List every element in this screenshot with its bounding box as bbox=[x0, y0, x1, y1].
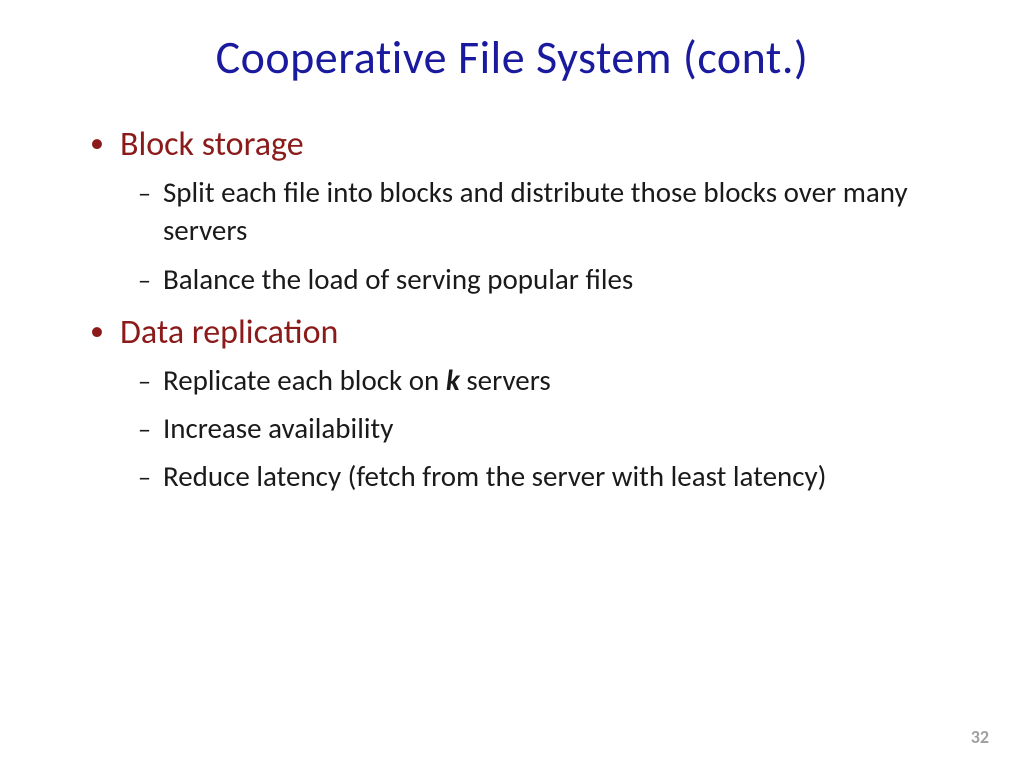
bullet-l2-text: Increase availability bbox=[163, 409, 393, 447]
bullet-l2-text: Replicate each block on k servers bbox=[163, 361, 551, 399]
page-number: 32 bbox=[971, 726, 989, 748]
bullet-l1-label: Block storage bbox=[120, 124, 304, 165]
bullet-l2-text: Reduce latency (fetch from the server wi… bbox=[163, 457, 826, 495]
list-item: – Increase availability bbox=[138, 409, 964, 447]
list-item: – Split each file into blocks and distri… bbox=[138, 173, 964, 250]
list-item: – Reduce latency (fetch from the server … bbox=[138, 457, 964, 495]
list-item: – Replicate each block on k servers bbox=[138, 361, 964, 399]
slide-title: Cooperative File System (cont.) bbox=[60, 30, 964, 86]
slide-container: Cooperative File System (cont.) • Block … bbox=[0, 0, 1024, 768]
bullet-l1-label: Data replication bbox=[120, 312, 338, 353]
bullet-l2-text: Balance the load of serving popular file… bbox=[163, 260, 633, 298]
slide-content: • Block storage – Split each file into b… bbox=[60, 124, 964, 496]
sub-list-block-storage: – Split each file into blocks and distri… bbox=[90, 173, 964, 298]
sub-list-data-replication: – Replicate each block on k servers – In… bbox=[90, 361, 964, 496]
text-prefix: Replicate each block on bbox=[163, 362, 446, 398]
bullet-data-replication: • Data replication bbox=[90, 312, 964, 353]
list-item: – Balance the load of serving popular fi… bbox=[138, 260, 964, 298]
dash-marker-icon: – bbox=[138, 264, 151, 298]
dash-marker-icon: – bbox=[138, 461, 151, 495]
dash-marker-icon: – bbox=[138, 413, 151, 447]
bullet-block-storage: • Block storage bbox=[90, 124, 964, 165]
text-suffix: servers bbox=[460, 362, 551, 398]
bullet-marker-icon: • bbox=[90, 129, 104, 157]
text-emphasis: k bbox=[446, 362, 460, 398]
bullet-l2-text: Split each file into blocks and distribu… bbox=[163, 173, 964, 250]
bullet-marker-icon: • bbox=[90, 317, 104, 345]
dash-marker-icon: – bbox=[138, 365, 151, 399]
dash-marker-icon: – bbox=[138, 177, 151, 211]
